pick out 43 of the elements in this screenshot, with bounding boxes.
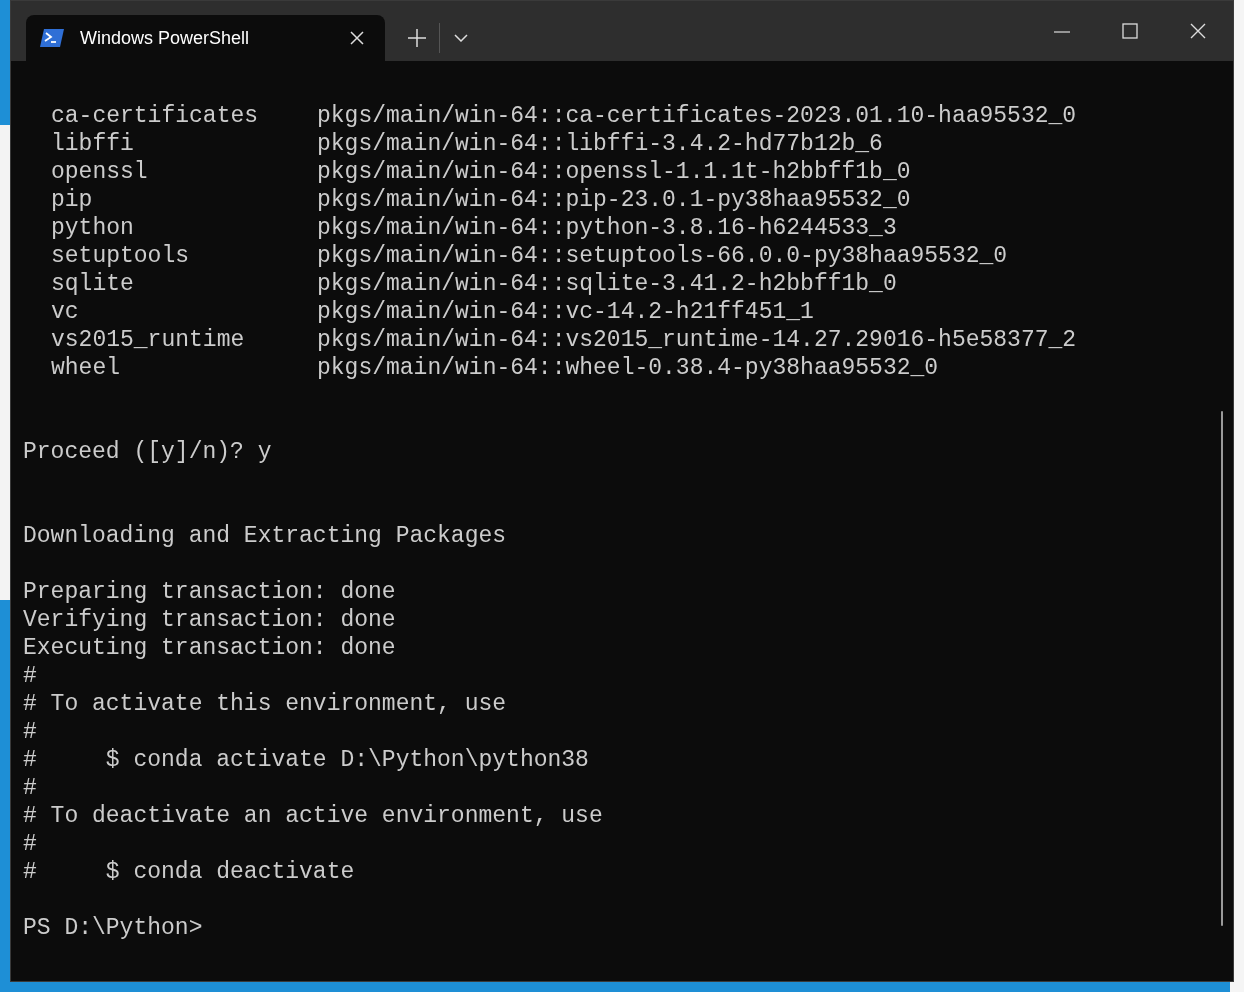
close-icon[interactable]: [1190, 23, 1206, 39]
terminal-line: Executing transaction: done: [23, 634, 396, 662]
chevron-down-icon[interactable]: [454, 34, 468, 42]
scrollbar-thumb[interactable]: [1221, 411, 1223, 926]
terminal-line: Downloading and Extracting Packages: [23, 522, 507, 550]
package-spec: pkgs/main/win-64::libffi-3.4.2-hd77b12b_6: [317, 130, 883, 158]
package-spec: pkgs/main/win-64::vs2015_runtime-14.27.29016-h5e58377_2: [317, 326, 1077, 354]
plus-icon[interactable]: [407, 28, 427, 48]
package-spec: pkgs/main/win-64::vc-14.2-h21ff451_1: [317, 298, 814, 326]
package-spec: pkgs/main/win-64::sqlite-3.41.2-h2bbff1b_0: [317, 270, 897, 298]
package-name: ca-certificates: [51, 102, 260, 130]
tab-title: Windows PowerShell: [80, 26, 251, 50]
terminal-line: # To deactivate an active environment, use: [23, 802, 603, 830]
package-spec: pkgs/main/win-64::wheel-0.38.4-py38haa95532_0: [317, 354, 939, 382]
terminal-line: PS D:\Python>: [23, 914, 203, 942]
terminal-line: #: [23, 830, 37, 858]
close-icon[interactable]: [349, 30, 365, 46]
maximize-icon[interactable]: [1122, 23, 1138, 39]
package-name: pip: [51, 186, 94, 214]
powershell-icon: [40, 29, 64, 47]
terminal-line: #: [23, 662, 37, 690]
package-name: wheel: [51, 354, 121, 382]
package-spec: pkgs/main/win-64::ca-certificates-2023.01.10-haa95532_0: [317, 102, 1077, 130]
package-name: openssl: [51, 158, 149, 186]
package-spec: pkgs/main/win-64::openssl-1.1.1t-h2bbff1b_0: [317, 158, 911, 186]
package-name: setuptools: [51, 242, 191, 270]
package-name: libffi: [51, 130, 135, 158]
terminal-line: #: [23, 774, 37, 802]
terminal-line: Preparing transaction: done: [23, 578, 396, 606]
terminal-line: Proceed ([y]/n)? y: [23, 438, 272, 466]
terminal-line: Verifying transaction: done: [23, 606, 396, 634]
package-name: vc: [51, 298, 80, 326]
package-spec: pkgs/main/win-64::pip-23.0.1-py38haa95532_0: [317, 186, 911, 214]
tab[interactable]: Windows PowerShell: [26, 15, 385, 61]
package-name: python: [51, 214, 135, 242]
terminal-line: # To activate this environment, use: [23, 690, 507, 718]
terminal-line: #: [23, 718, 37, 746]
package-spec: pkgs/main/win-64::setuptools-66.0.0-py38haa95532_0: [317, 242, 1008, 270]
terminal-line: # $ conda deactivate: [23, 858, 355, 886]
terminal-line: # $ conda activate D:\Python\python38: [23, 746, 589, 774]
package-name: sqlite: [51, 270, 135, 298]
package-name: vs2015_runtime: [51, 326, 246, 354]
package-spec: pkgs/main/win-64::python-3.8.16-h6244533_3: [317, 214, 897, 242]
